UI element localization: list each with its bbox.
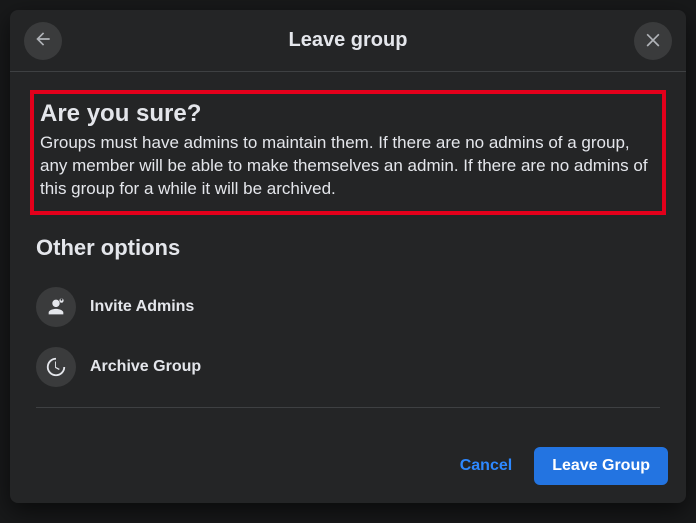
back-button[interactable] <box>24 22 62 60</box>
warning-body: Groups must have admins to maintain them… <box>40 132 654 201</box>
arrow-left-icon <box>33 29 53 54</box>
dialog-title: Leave group <box>289 29 408 52</box>
option-label: Invite Admins <box>90 298 194 316</box>
leave-group-button[interactable]: Leave Group <box>534 447 668 485</box>
leave-group-dialog: Leave group Are you sure? Groups must ha… <box>10 10 686 503</box>
option-label: Archive Group <box>90 358 201 376</box>
dialog-header: Leave group <box>10 10 686 72</box>
close-icon <box>643 29 663 54</box>
warning-highlight: Are you sure? Groups must have admins to… <box>30 90 666 215</box>
close-button[interactable] <box>634 22 672 60</box>
divider <box>36 407 660 408</box>
warning-title: Are you sure? <box>40 100 654 128</box>
option-invite-admins[interactable]: Invite Admins <box>30 277 666 337</box>
other-options-title: Other options <box>36 235 666 261</box>
option-archive-group[interactable]: Archive Group <box>30 337 666 397</box>
cancel-button[interactable]: Cancel <box>446 447 526 485</box>
dialog-content: Are you sure? Groups must have admins to… <box>10 72 686 433</box>
invite-admins-icon <box>36 287 76 327</box>
dialog-footer: Cancel Leave Group <box>10 433 686 503</box>
archive-group-icon <box>36 347 76 387</box>
